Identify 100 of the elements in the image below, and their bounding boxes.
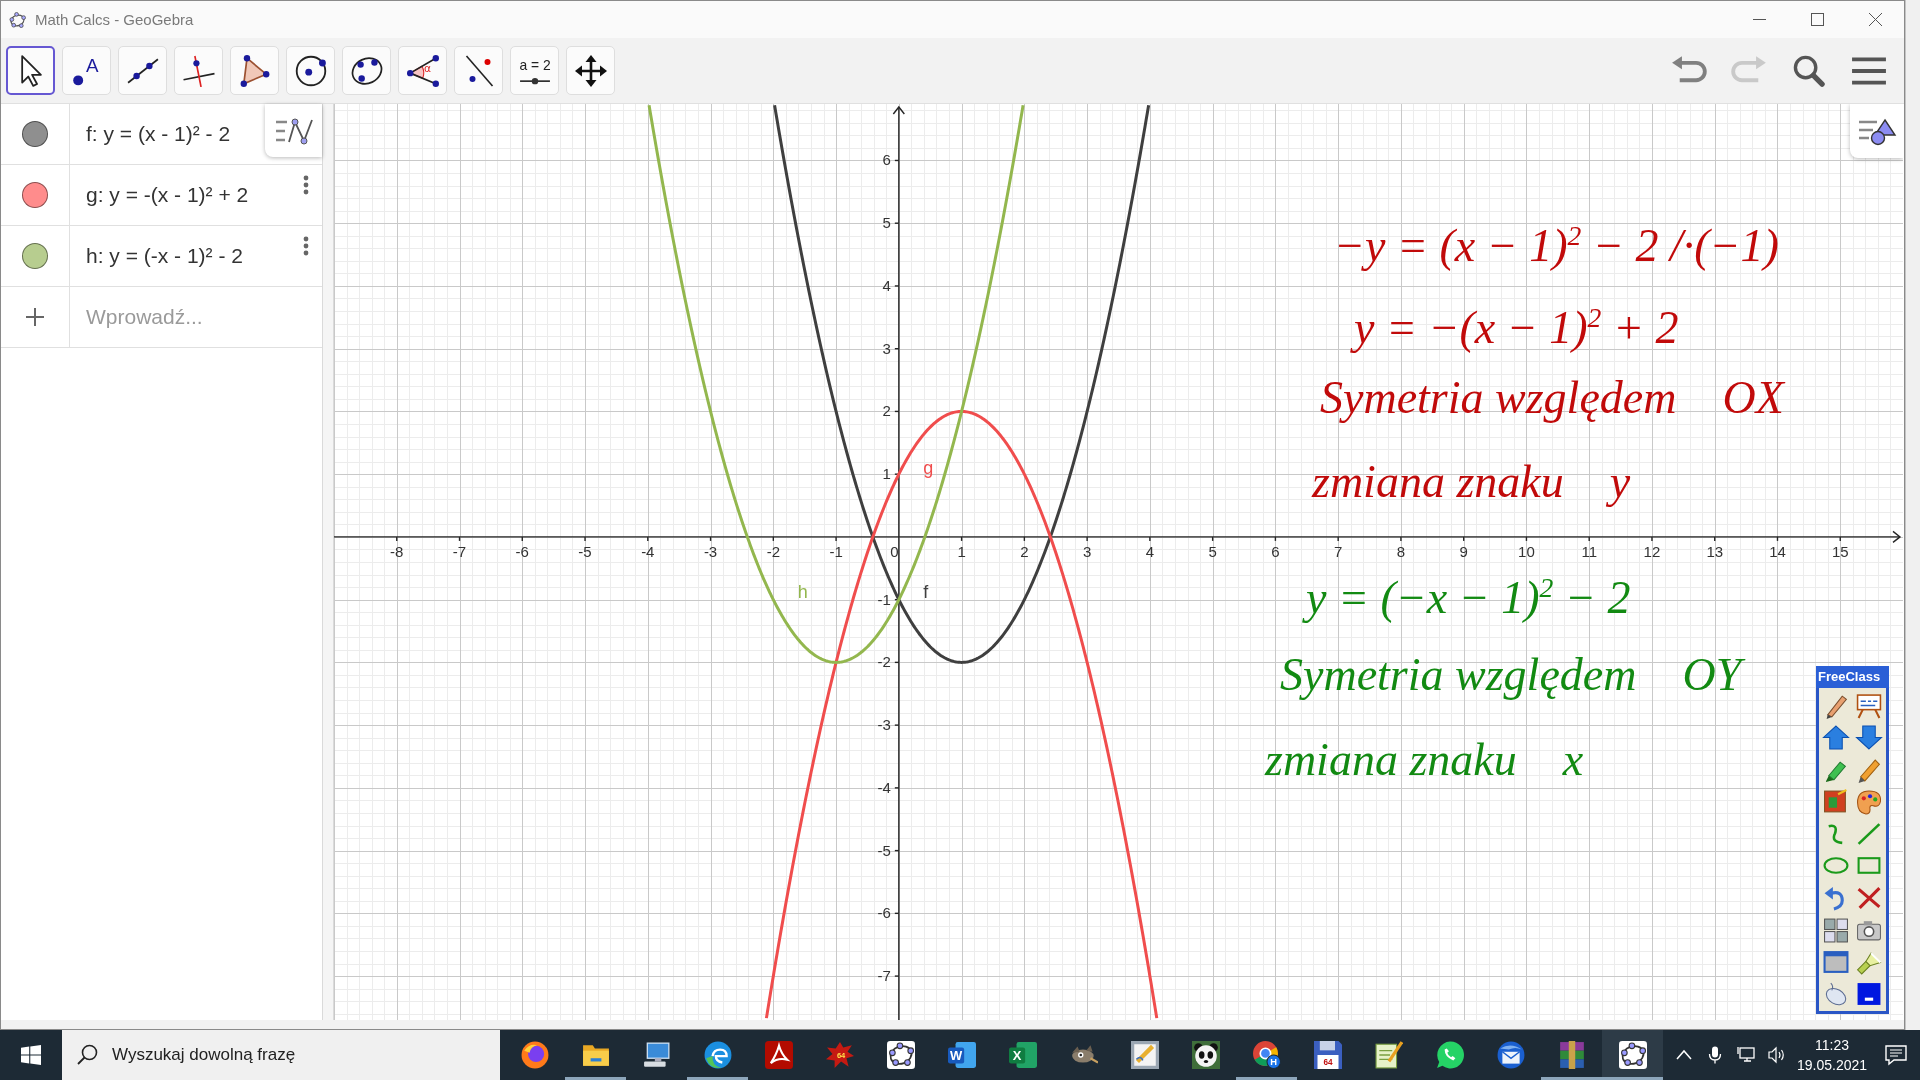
close-icon <box>1868 13 1882 26</box>
computer-icon <box>642 1041 671 1069</box>
taskbar-button[interactable]: X <box>992 1030 1053 1080</box>
tick-label: -6 <box>515 542 529 560</box>
tick-label: 8 <box>1396 542 1406 560</box>
tick-label: 9 <box>1459 542 1468 560</box>
tick-label: -1 <box>877 590 891 608</box>
move-arrows-icon <box>574 54 607 87</box>
pan-tool-button[interactable] <box>566 46 615 95</box>
tiles-icon[interactable] <box>1821 917 1850 943</box>
handwritten-note: −y = (x − 1)$^{2}$ − 2 /·(−1) <box>1334 220 1779 273</box>
tick-label: 5 <box>882 214 891 232</box>
ellipse-dots-icon <box>1618 1041 1647 1069</box>
network-icon <box>1736 1046 1755 1064</box>
kebab-menu-icon[interactable] <box>303 236 309 256</box>
speaker-icon <box>1767 1046 1786 1064</box>
drawing-pad-icon <box>1130 1041 1159 1069</box>
dot-icon[interactable] <box>22 182 48 208</box>
input-field[interactable]: Wprowadź... <box>70 302 306 332</box>
tick-label: -7 <box>452 542 467 560</box>
algebra-formula[interactable]: f: y = (x - 1)² - 2 <box>70 122 231 146</box>
tick-label: 4 <box>1145 542 1155 560</box>
tick-label: -4 <box>641 542 655 560</box>
tick-label: -7 <box>877 967 891 985</box>
wheel-badge-icon: H <box>1252 1041 1281 1069</box>
algebra-formula[interactable]: g: y = -(x - 1)² + 2 <box>70 183 249 207</box>
algebra-style-button[interactable] <box>265 104 322 157</box>
tick-label: 7 <box>1334 542 1343 560</box>
ellipse-dots-icon <box>886 1041 915 1069</box>
circle-icon <box>294 54 327 87</box>
taskbar-button[interactable]: W <box>931 1030 992 1080</box>
picture-icon[interactable] <box>1821 789 1850 815</box>
up-arrow-icon[interactable] <box>1821 725 1850 751</box>
tick-label: -3 <box>703 542 718 560</box>
graphics-style-button[interactable] <box>1850 104 1903 158</box>
perpendicular-tool-button[interactable] <box>174 46 223 95</box>
curve-label[interactable]: f <box>923 582 929 603</box>
chat-bubble-icon <box>1435 1041 1464 1069</box>
taskbar-button[interactable]: 64 <box>1297 1030 1358 1080</box>
handwritten-note: x <box>1562 734 1584 787</box>
tick-label: 13 <box>1706 542 1724 560</box>
taskbar-button[interactable] <box>1602 1030 1663 1080</box>
handwritten-note: zmiana znaku <box>1265 734 1517 787</box>
paint-palette-icon[interactable] <box>1855 789 1884 815</box>
notepad-icon <box>1374 1041 1403 1069</box>
conic-tool-button[interactable] <box>342 46 391 95</box>
circle-tool-button[interactable] <box>286 46 335 95</box>
tick-label: 12 <box>1643 542 1661 560</box>
window-icon[interactable] <box>1821 949 1850 975</box>
window-title: Math Calcs - GeoGebra <box>35 11 194 28</box>
tick-label: -5 <box>877 841 891 859</box>
tick-label: -8 <box>390 542 404 560</box>
dot-icon[interactable] <box>22 121 48 147</box>
line-tool-button[interactable] <box>118 46 167 95</box>
tick-label: 6 <box>1271 542 1280 560</box>
swirl-icon <box>703 1041 732 1069</box>
list-shapes-icon <box>1856 116 1897 146</box>
tick-label: 6 <box>882 151 891 169</box>
tick-label: 2 <box>882 402 891 420</box>
algebra-formula[interactable]: h: y = (-x - 1)² - 2 <box>70 244 243 268</box>
notification-icon <box>1885 1044 1907 1066</box>
reflect-tool-button[interactable] <box>454 46 503 95</box>
search-icon <box>1791 54 1827 87</box>
handwritten-note: OX <box>1722 372 1784 425</box>
angle-tool-button[interactable]: α <box>398 46 447 95</box>
move-tool-button[interactable] <box>6 46 55 95</box>
tick-label: -4 <box>877 778 891 796</box>
panda-icon <box>1191 1041 1220 1069</box>
clock[interactable]: 11:23 19.05.2021 <box>1792 1030 1872 1080</box>
tick-label: 3 <box>882 339 891 357</box>
tick-label: -5 <box>578 542 592 560</box>
slider-tool-button[interactable]: a = 2 <box>510 46 559 95</box>
tick-label: 15 <box>1831 542 1849 560</box>
palette-title: FreeClass <box>1816 666 1889 688</box>
tick-label: 4 <box>882 276 891 294</box>
dot-icon[interactable] <box>22 243 48 269</box>
tick-label: 0 <box>890 542 899 560</box>
tick-label: 3 <box>1082 542 1092 560</box>
window-panes-icon <box>21 1045 41 1065</box>
tick-label: 10 <box>1518 542 1535 560</box>
tick-label: -2 <box>877 653 891 671</box>
handwritten-note: zmiana znaku <box>1312 456 1564 509</box>
down-arrow-icon[interactable] <box>1855 725 1884 751</box>
easel-board-icon[interactable] <box>1855 693 1884 719</box>
search-field[interactable]: Wyszukaj dowolną frazę <box>62 1030 500 1080</box>
menu-icon <box>1851 54 1887 87</box>
tick-label: -1 <box>829 542 843 560</box>
triangle-icon <box>238 54 271 87</box>
curve-label[interactable]: g <box>923 457 934 478</box>
plus-icon[interactable] <box>25 307 45 327</box>
tick-label: 1 <box>957 542 966 560</box>
list-graph-icon <box>273 116 314 145</box>
kebab-menu-icon[interactable] <box>303 175 309 195</box>
point-tool-button[interactable]: A <box>62 46 111 95</box>
taskbar-button[interactable]: 64 <box>809 1030 870 1080</box>
bug-icon: 64 <box>825 1041 854 1069</box>
document-icon <box>764 1041 793 1069</box>
polygon-tool-button[interactable] <box>230 46 279 95</box>
tick-label: 1 <box>882 465 891 483</box>
taskbar-button[interactable]: H <box>1236 1030 1297 1080</box>
